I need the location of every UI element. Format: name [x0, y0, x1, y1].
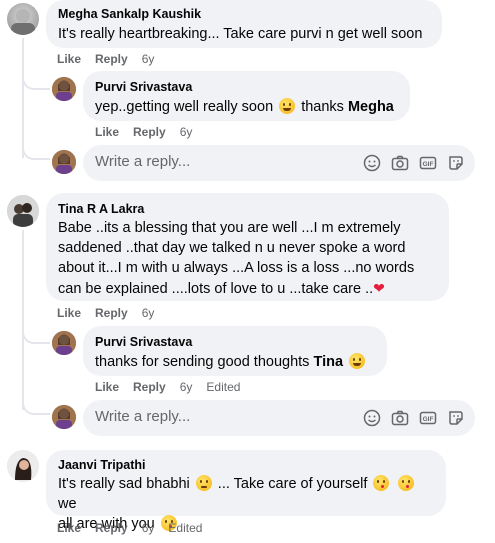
like-button[interactable]: Like — [57, 52, 81, 66]
camera-icon[interactable] — [391, 154, 409, 172]
sticker-icon[interactable] — [447, 409, 465, 427]
avatar-tina[interactable] — [7, 195, 39, 227]
comment-actions: Like Reply 6y Edited — [57, 521, 216, 535]
camera-icon[interactable] — [391, 409, 409, 427]
smile-emoji-icon — [279, 98, 296, 114]
reply-text-thanks: thanks — [301, 99, 348, 115]
reply-text-main: thanks for sending good thoughts — [95, 354, 314, 370]
comment-text-part-1: It's really sad bhabhi — [58, 476, 190, 492]
comment-text-line-4: can be explained ....lots of love to u .… — [58, 278, 437, 299]
reply-text: yep..getting well really soon thanks Meg… — [95, 97, 398, 117]
thread-connector — [22, 70, 50, 90]
edited-label: Edited — [168, 521, 203, 535]
like-button[interactable]: Like — [95, 380, 119, 394]
comment-text-line-2: saddened ..that day we talked n u never … — [58, 240, 406, 256]
comment-text: It's really heartbreaking... Take care p… — [58, 26, 423, 42]
timestamp[interactable]: 6y — [142, 52, 155, 66]
comment-author[interactable]: Jaanvi Tripathi — [58, 457, 434, 473]
timestamp[interactable]: 6y — [142, 306, 155, 320]
reply-text: thanks for sending good thoughts Tina — [95, 352, 375, 372]
avatar-current-user[interactable] — [52, 405, 76, 429]
comment-bubble-megha: Megha Sankalp Kaushik It's really heartb… — [46, 0, 442, 48]
reply-button[interactable]: Reply — [95, 52, 128, 66]
svg-text:GIF: GIF — [423, 161, 434, 168]
smile-emoji-icon — [349, 353, 366, 369]
timestamp[interactable]: 6y — [180, 125, 193, 139]
reply-input[interactable] — [95, 408, 315, 425]
reply-author[interactable]: Purvi Srivastava — [95, 334, 375, 350]
comment-text-line-3: about it...I m with u always ...A loss i… — [58, 260, 415, 276]
avatar-purvi[interactable] — [52, 331, 76, 355]
reply-composer: GIF — [83, 400, 475, 436]
comment-text-line-1: It's really sad bhabhi ... Take care of … — [58, 474, 434, 514]
svg-text:GIF: GIF — [423, 416, 434, 423]
gif-icon[interactable]: GIF — [419, 409, 437, 427]
thread-line — [22, 230, 24, 410]
sticker-icon[interactable] — [447, 154, 465, 172]
comment-actions: Like Reply 6y — [57, 52, 168, 66]
emoji-icon[interactable] — [363, 409, 381, 427]
heart-emoji-icon: ❤ — [373, 280, 385, 296]
edited-label: Edited — [206, 380, 241, 394]
reply-actions: Like Reply 6y Edited — [95, 380, 254, 394]
kiss-emoji-icon — [373, 475, 390, 491]
comment-author[interactable]: Megha Sankalp Kaushik — [58, 6, 430, 22]
comment-actions: Like Reply 6y — [57, 306, 168, 320]
composer-icons: GIF — [363, 154, 465, 172]
reply-text-main: yep..getting well really soon — [95, 99, 274, 115]
reply-button[interactable]: Reply — [133, 380, 166, 394]
emoji-icon[interactable] — [363, 154, 381, 172]
avatar-megha[interactable] — [7, 3, 39, 35]
reply-button[interactable]: Reply — [133, 125, 166, 139]
timestamp[interactable]: 6y — [142, 521, 155, 535]
avatar-current-user[interactable] — [52, 150, 76, 174]
comment-bubble-jaanvi: Jaanvi Tripathi It's really sad bhabhi .… — [46, 450, 446, 532]
avatar-purvi[interactable] — [52, 77, 76, 101]
sad-emoji-icon — [195, 475, 212, 491]
thread-connector — [22, 322, 50, 344]
like-button[interactable]: Like — [57, 306, 81, 320]
comment-text-line-4-content: can be explained ....lots of love to u .… — [58, 281, 374, 297]
gif-icon[interactable]: GIF — [419, 154, 437, 172]
reply-input[interactable] — [95, 153, 315, 170]
reply-button[interactable]: Reply — [95, 521, 128, 535]
mention-link[interactable]: Tina — [313, 354, 343, 370]
reply-bubble-purvi: Purvi Srivastava yep..getting well reall… — [83, 71, 410, 121]
avatar-jaanvi[interactable] — [7, 450, 39, 482]
composer-icons: GIF — [363, 409, 465, 427]
thread-connector — [22, 395, 50, 415]
comment-bubble-tina: Tina R A Lakra Babe ..its a blessing tha… — [46, 193, 449, 301]
like-button[interactable]: Like — [95, 125, 119, 139]
like-button[interactable]: Like — [57, 521, 81, 535]
comment-text-part-2: ... Take care of yourself — [217, 476, 368, 492]
comment-text-line-1: Babe ..its a blessing that you are well … — [58, 220, 401, 236]
mention-link[interactable]: Megha — [348, 99, 394, 115]
reply-author[interactable]: Purvi Srivastava — [95, 79, 398, 95]
kiss-emoji-icon — [397, 475, 414, 491]
reply-composer: GIF — [83, 145, 475, 181]
reply-bubble-purvi: Purvi Srivastava thanks for sending good… — [83, 326, 387, 376]
reply-button[interactable]: Reply — [95, 306, 128, 320]
comment-text-part-3: we — [58, 496, 77, 512]
comment-author[interactable]: Tina R A Lakra — [58, 201, 437, 217]
reply-actions: Like Reply 6y — [95, 125, 206, 139]
thread-connector — [22, 140, 50, 160]
timestamp[interactable]: 6y — [180, 380, 193, 394]
